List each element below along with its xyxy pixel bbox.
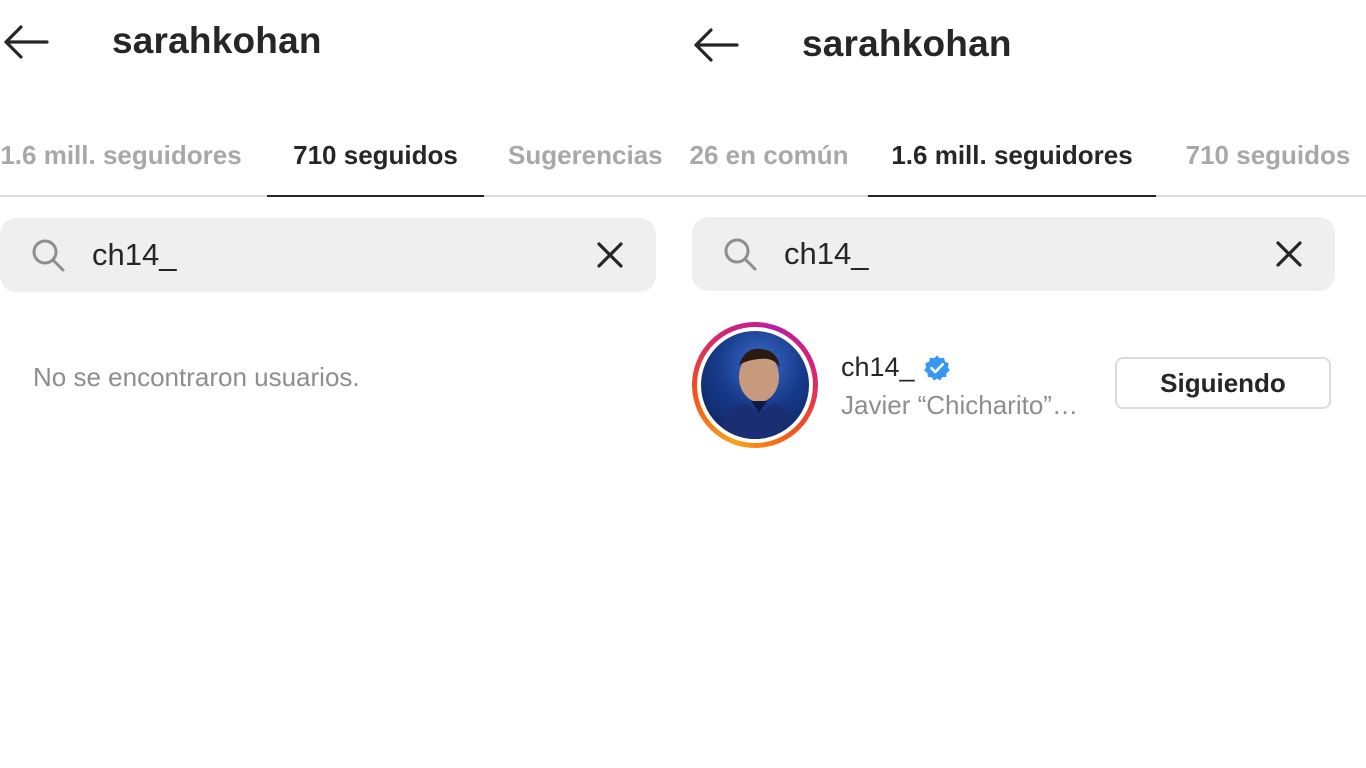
clear-search-button[interactable] bbox=[1269, 234, 1309, 274]
tab-bar: 26 en común 1.6 mill. seguidores 710 seg… bbox=[670, 115, 1366, 197]
following-button[interactable]: Siguiendo bbox=[1115, 357, 1331, 409]
search-icon bbox=[28, 235, 68, 275]
close-icon bbox=[1276, 241, 1302, 267]
clear-search-button[interactable] bbox=[590, 235, 630, 275]
avatar[interactable] bbox=[692, 322, 818, 448]
close-icon bbox=[597, 242, 623, 268]
arrow-left-icon bbox=[694, 28, 739, 62]
left-screen: sarahkohan 1.6 mill. seguidores 710 segu… bbox=[0, 0, 670, 768]
search-bar bbox=[0, 218, 656, 292]
tab-followers[interactable]: 1.6 mill. seguidores bbox=[868, 115, 1156, 197]
verified-badge-icon bbox=[923, 355, 950, 381]
tab-mutual[interactable]: 26 en común bbox=[670, 115, 868, 195]
tab-following[interactable]: 710 seguidos bbox=[267, 115, 484, 197]
profile-photo bbox=[701, 331, 809, 439]
full-name: Javier “Chicharito”… bbox=[841, 390, 1078, 420]
search-input[interactable] bbox=[784, 236, 1269, 272]
username[interactable]: ch14_ bbox=[841, 352, 915, 383]
search-input[interactable] bbox=[92, 237, 590, 273]
back-button[interactable] bbox=[690, 25, 740, 65]
right-screen: sarahkohan 26 en común 1.6 mill. seguido… bbox=[670, 0, 1366, 768]
back-button[interactable] bbox=[0, 22, 50, 62]
search-bar bbox=[692, 217, 1335, 291]
page-title: sarahkohan bbox=[112, 20, 322, 61]
page-title: sarahkohan bbox=[802, 23, 1012, 64]
arrow-left-icon bbox=[4, 25, 49, 59]
tab-following[interactable]: 710 seguidos bbox=[1170, 115, 1366, 195]
tab-bar: 1.6 mill. seguidores 710 seguidos Sugere… bbox=[0, 115, 670, 197]
search-icon bbox=[720, 234, 760, 274]
tab-followers[interactable]: 1.6 mill. seguidores bbox=[0, 115, 246, 195]
empty-results-message: No se encontraron usuarios. bbox=[33, 362, 360, 392]
user-result-row[interactable]: ch14_ Javier “Chicharito”… Siguiendo bbox=[692, 322, 1342, 448]
tab-suggestions[interactable]: Sugerencias bbox=[508, 115, 670, 195]
